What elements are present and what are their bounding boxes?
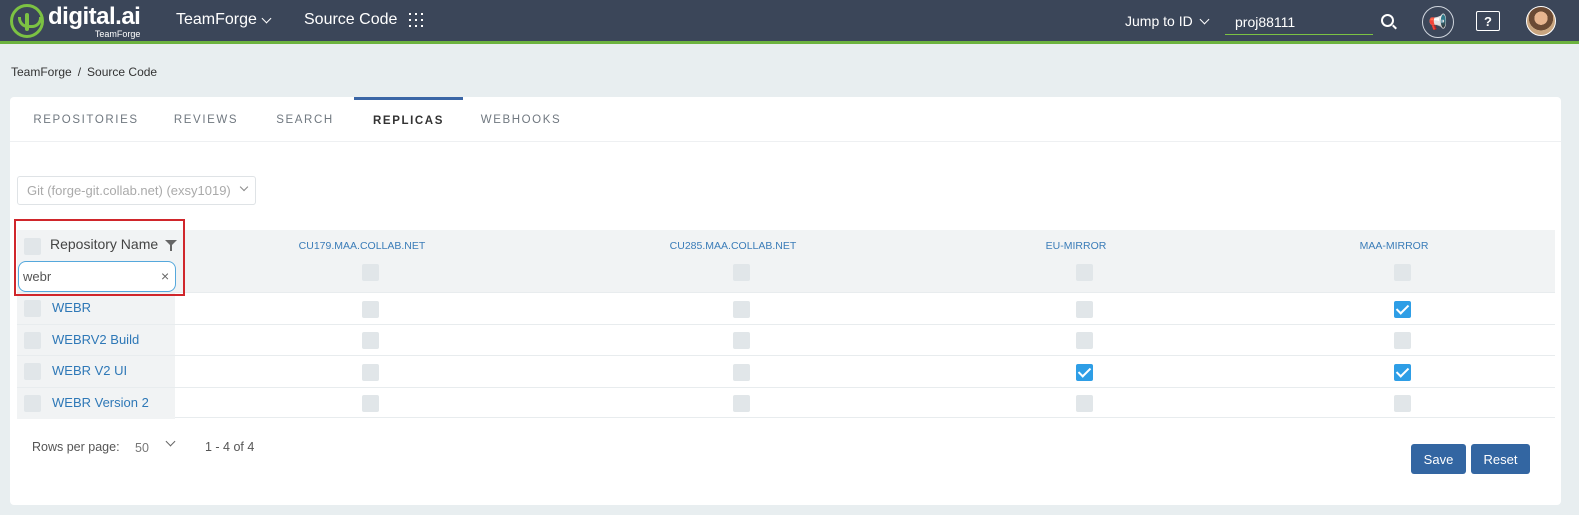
repository-link[interactable]: WEBR Version 2 (52, 395, 149, 410)
megaphone-icon: 📢 (1428, 14, 1448, 31)
replica-checkbox[interactable] (1076, 301, 1093, 318)
chevron-down-icon[interactable] (165, 436, 176, 447)
tab-search[interactable]: SEARCH (272, 97, 338, 142)
source-code-label: Source Code (304, 11, 398, 28)
chevron-down-icon (261, 13, 272, 23)
column-header-cu285: CU285.MAA.COLLAB.NET (669, 240, 797, 252)
table-row: WEBR Version 2 (17, 387, 1555, 419)
replica-checkbox[interactable] (1394, 301, 1411, 318)
table-row: WEBR V2 UI (17, 355, 1555, 387)
jump-to-id-label: Jump to ID (1125, 13, 1193, 29)
row-checkbox[interactable] (24, 300, 41, 317)
column-header-cu179: CU179.MAA.COLLAB.NET (298, 240, 426, 252)
breadcrumb-teamforge[interactable]: TeamForge (11, 65, 72, 79)
column-select-all-checkbox[interactable] (362, 264, 379, 281)
logo-sub: TeamForge (94, 29, 141, 39)
logo-mark-icon (10, 4, 44, 38)
search-icon[interactable] (1381, 14, 1394, 27)
row-checkbox[interactable] (24, 363, 41, 380)
source-code-panel: REPOSITORIES REVIEWS SEARCH REPLICAS WEB… (10, 97, 1561, 505)
replica-checkbox[interactable] (1076, 364, 1093, 381)
replica-checkbox[interactable] (362, 395, 379, 412)
replica-checkbox[interactable] (362, 301, 379, 318)
chevron-down-icon (239, 182, 249, 192)
column-select-all-checkbox[interactable] (1394, 264, 1411, 281)
chevron-down-icon (1199, 14, 1210, 24)
replica-checkbox[interactable] (1394, 364, 1411, 381)
grid-icon[interactable] (409, 13, 424, 27)
repository-link[interactable]: WEBRV2 Build (52, 332, 139, 347)
repository-server-select[interactable]: Git (forge-git.collab.net) (exsy1019) (17, 176, 256, 205)
breadcrumb-separator: / (77, 65, 82, 79)
breadcrumb: TeamForge / Source Code (11, 65, 157, 79)
reset-button[interactable]: Reset (1471, 444, 1530, 474)
column-header-eu-mirror: EU-MIRROR (1045, 240, 1107, 252)
replica-checkbox[interactable] (362, 332, 379, 349)
repository-link[interactable]: WEBR V2 UI (52, 363, 127, 378)
replica-checkbox[interactable] (733, 332, 750, 349)
row-checkbox[interactable] (24, 395, 41, 412)
replica-checkbox[interactable] (362, 364, 379, 381)
replica-checkbox[interactable] (733, 364, 750, 381)
jump-to-id-menu[interactable]: Jump to ID (1125, 13, 1210, 29)
logo-text: digital.ai TeamForge (48, 3, 141, 39)
help-icon[interactable]: ? (1476, 11, 1500, 31)
replica-checkbox[interactable] (733, 301, 750, 318)
pagination-range: 1 - 4 of 4 (205, 440, 255, 454)
replica-checkbox[interactable] (1394, 395, 1411, 412)
replica-checkbox[interactable] (1076, 332, 1093, 349)
row-checkbox[interactable] (24, 332, 41, 349)
avatar[interactable] (1526, 6, 1556, 36)
column-select-all-checkbox[interactable] (1076, 264, 1093, 281)
table-row: WEBRV2 Build (17, 324, 1555, 356)
source-code-menu[interactable]: Source Code (304, 11, 424, 29)
breadcrumb-source-code[interactable]: Source Code (87, 65, 157, 79)
replica-checkbox[interactable] (1394, 332, 1411, 349)
tab-replicas[interactable]: REPLICAS (354, 97, 463, 142)
jump-to-id-input[interactable] (1225, 9, 1373, 35)
rows-per-page-select[interactable]: 50 (135, 441, 149, 455)
tab-repositories[interactable]: REPOSITORIES (30, 97, 142, 142)
teamforge-menu-label: TeamForge (176, 11, 257, 28)
highlight-box (14, 219, 185, 296)
rows-per-page-label: Rows per page: (32, 440, 120, 454)
tab-webhooks[interactable]: WEBHOOKS (476, 97, 566, 142)
replica-checkbox[interactable] (733, 395, 750, 412)
teamforge-menu[interactable]: TeamForge (176, 11, 272, 29)
column-select-all-checkbox[interactable] (733, 264, 750, 281)
repository-server-value: Git (forge-git.collab.net) (exsy1019) (27, 183, 231, 198)
logo-brand: digital.ai (48, 3, 141, 30)
digital-ai-logo[interactable]: digital.ai TeamForge (10, 3, 141, 40)
table-row: WEBR (17, 292, 1555, 324)
replica-checkbox[interactable] (1076, 395, 1093, 412)
column-header-maa-mirror: MAA-MIRROR (1359, 240, 1429, 252)
save-button[interactable]: Save (1411, 444, 1466, 474)
tab-bar: REPOSITORIES REVIEWS SEARCH REPLICAS WEB… (10, 97, 1561, 142)
repository-link[interactable]: WEBR (52, 300, 91, 315)
tab-reviews[interactable]: REVIEWS (170, 97, 242, 142)
announcements-button[interactable]: 📢 (1422, 6, 1454, 38)
top-navigation-bar: digital.ai TeamForge TeamForge Source Co… (0, 0, 1579, 44)
